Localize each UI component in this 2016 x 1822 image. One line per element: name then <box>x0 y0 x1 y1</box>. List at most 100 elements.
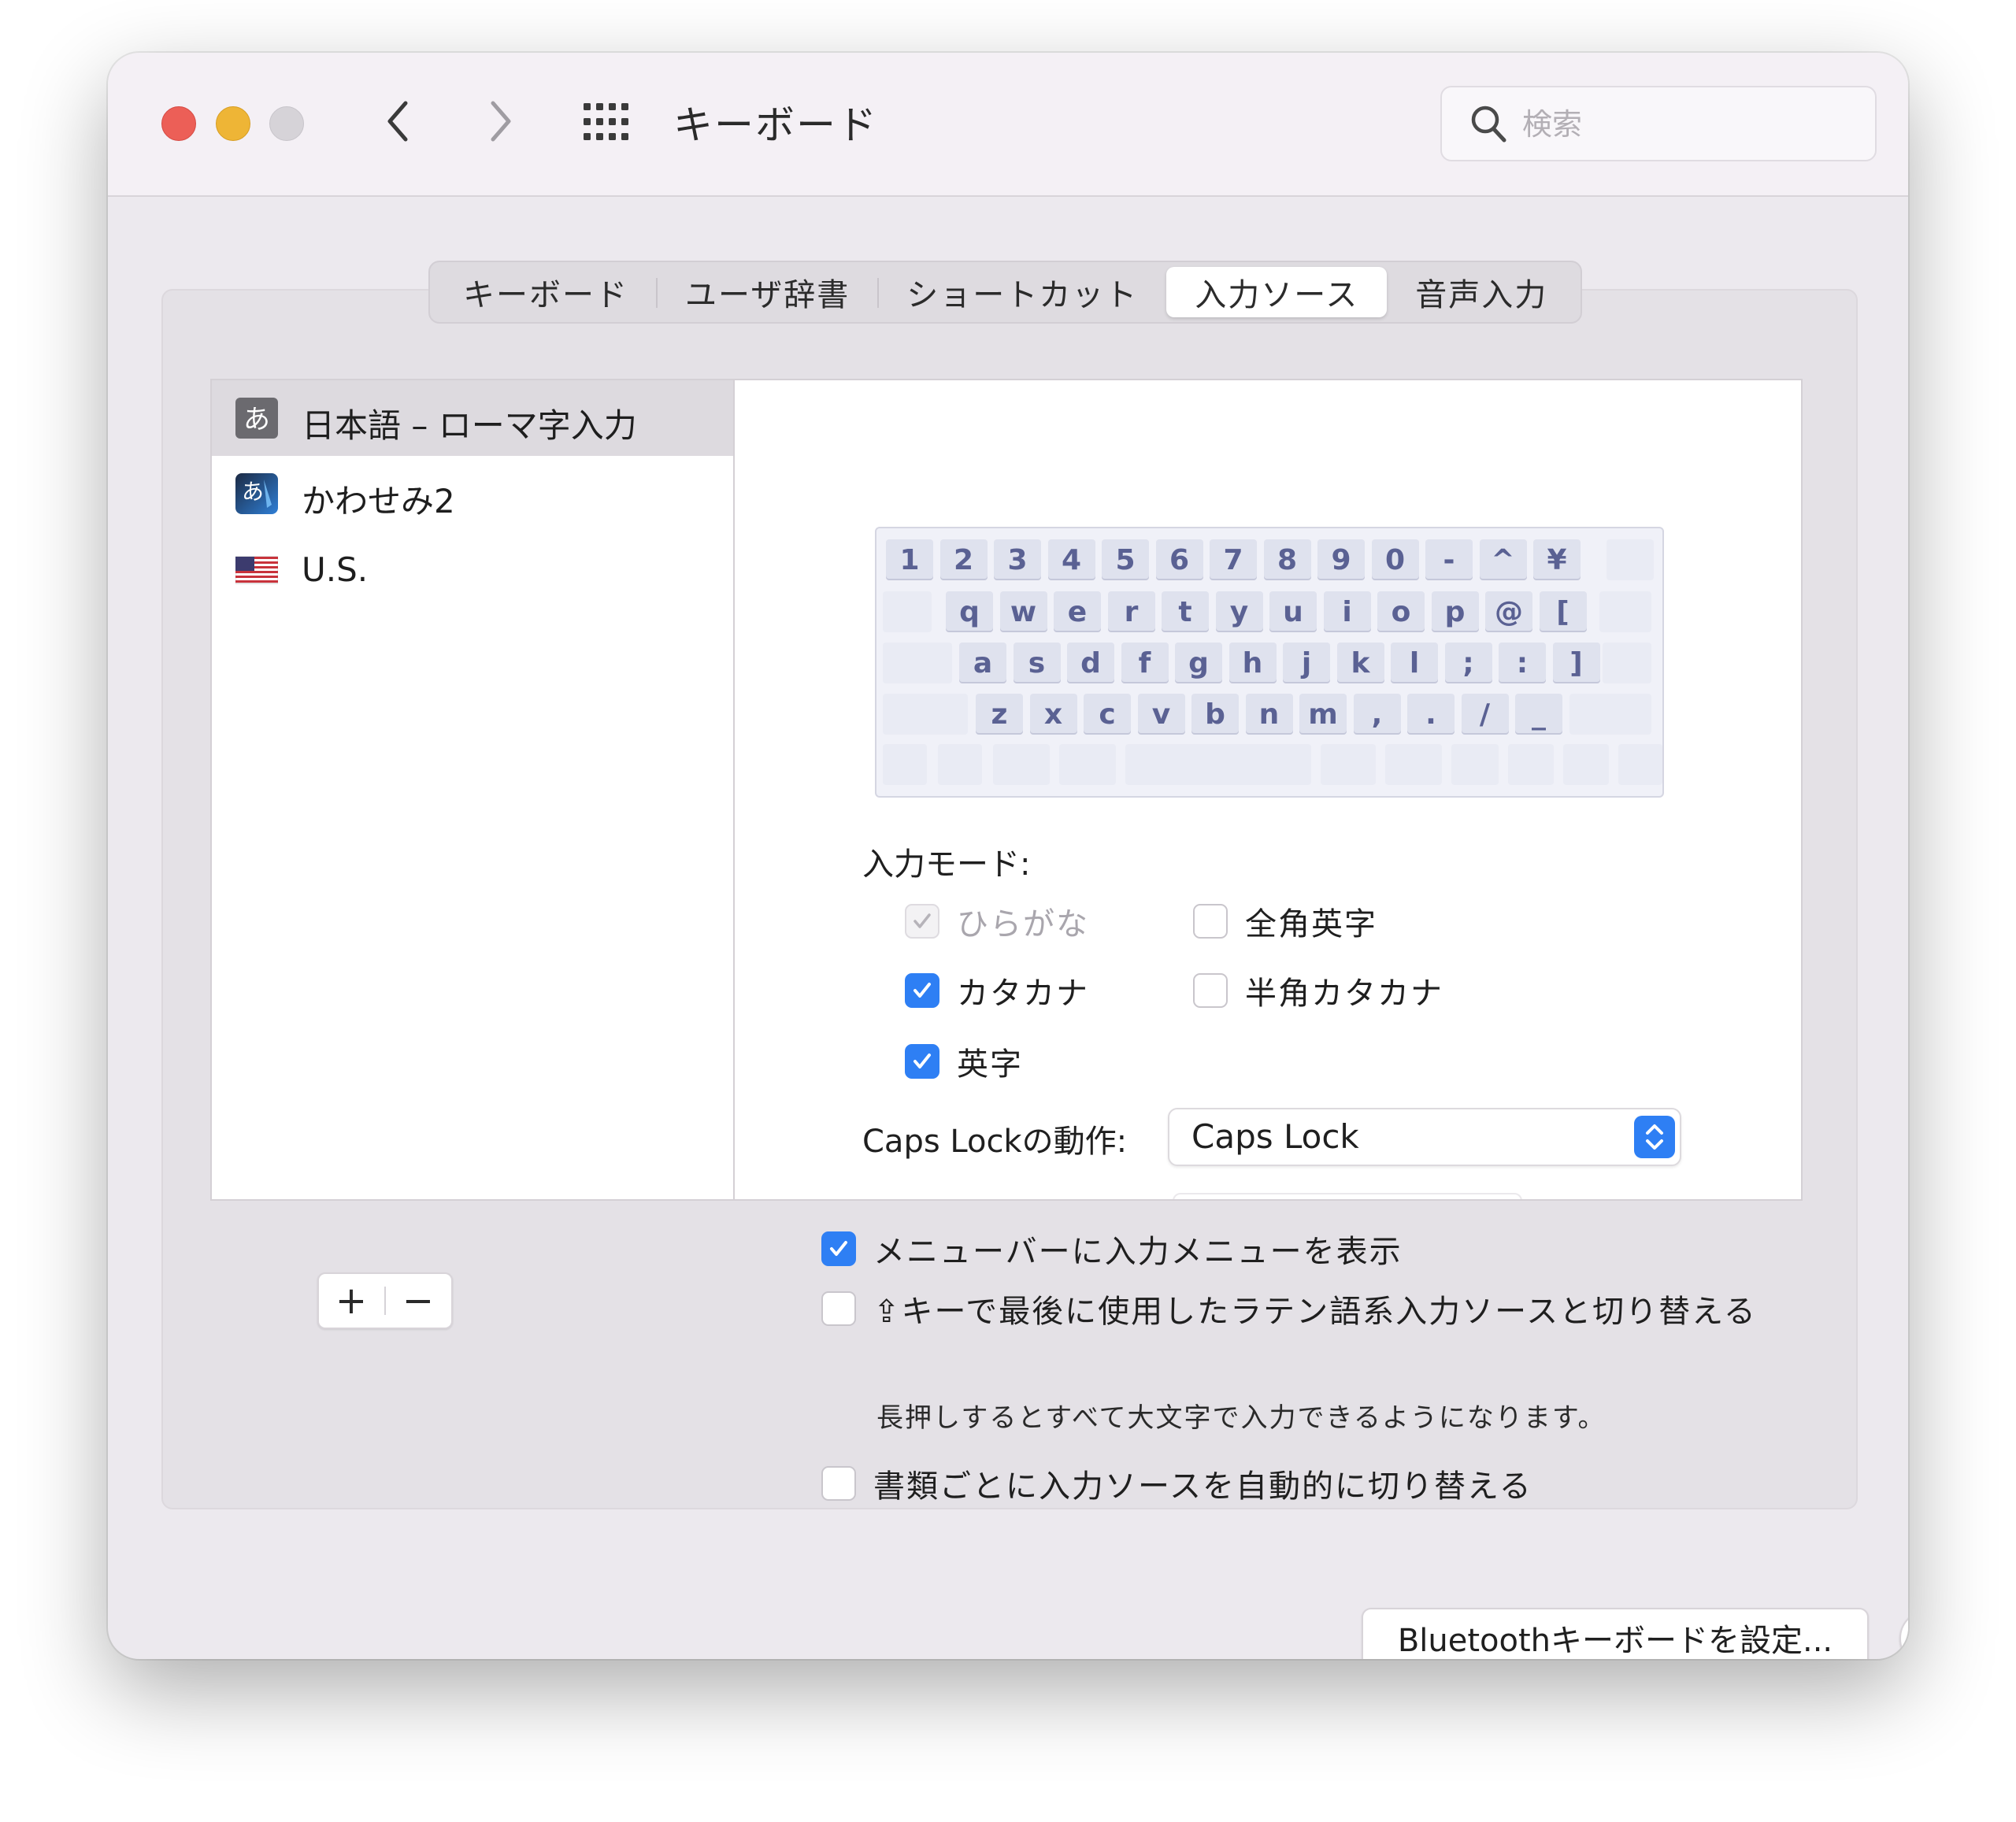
input-source-list[interactable]: あ 日本語 – ローマ字入力 あ かわせみ2 U.S. <box>210 379 733 1201</box>
keyboard-layout-preview: 1 2 3 4 5 6 7 8 9 0- ^ ¥ q w e r t y u i o p @[a s d f g h j k l;:] z x c… <box>875 527 1664 798</box>
mode-hiragana[interactable]: ひらがな <box>905 898 1089 944</box>
help-button[interactable]: ? <box>1899 1609 1908 1659</box>
keyboard-key: 0 <box>1371 539 1419 580</box>
show-input-menu-option[interactable]: メニューバーに入力メニューを表示 <box>821 1226 1403 1272</box>
keyboard-key: y <box>1215 591 1263 632</box>
setup-bluetooth-keyboard-button[interactable]: Bluetoothキーボードを設定... <box>1362 1608 1869 1659</box>
updown-arrows-icon <box>1634 1116 1675 1158</box>
keyboard-key: l <box>1391 643 1438 683</box>
tab-keyboard[interactable]: キーボード <box>435 267 658 317</box>
modifier-key <box>1059 744 1116 785</box>
add-remove-control: + − <box>317 1272 453 1329</box>
keyboard-key: / <box>1461 694 1509 735</box>
keyboard-key: r <box>1107 591 1155 632</box>
keyboard-key: f <box>1121 643 1169 683</box>
tab-shortcuts[interactable]: ショートカット <box>878 267 1166 317</box>
show-all-button[interactable] <box>582 102 632 143</box>
checkbox[interactable] <box>905 1044 939 1079</box>
mode-halfwidth-katakana[interactable]: 半角カタカナ <box>1193 968 1443 1013</box>
checkbox[interactable] <box>821 1291 856 1326</box>
modifier-key <box>883 643 952 683</box>
keyboard-key: n <box>1245 694 1293 735</box>
keyboard-key: @ <box>1485 591 1532 632</box>
mode-label: ひらがな <box>957 906 1089 942</box>
tab-input-sources[interactable]: 入力ソース <box>1166 267 1388 317</box>
keyboard-key: b <box>1191 694 1239 735</box>
keyboard-key: ¥ <box>1533 539 1581 580</box>
checkmark-icon <box>914 913 931 928</box>
keyboard-key: 6 <box>1155 539 1203 580</box>
keyboard-key: o <box>1377 591 1425 632</box>
modifier-key <box>1385 744 1442 785</box>
modifier-key <box>883 744 927 785</box>
keyboard-key: v <box>1137 694 1185 735</box>
modifier-key <box>1603 643 1651 683</box>
keyboard-key: t <box>1162 591 1209 632</box>
modifier-key <box>883 591 932 632</box>
list-item-label: U.S. <box>302 550 369 589</box>
chevron-right-icon <box>491 101 511 142</box>
checkbox[interactable] <box>1193 973 1228 1008</box>
modifier-key <box>1321 744 1376 785</box>
keyboard-key: 5 <box>1102 539 1149 580</box>
keyboard-key: 4 <box>1047 539 1095 580</box>
mode-katakana[interactable]: カタカナ <box>905 968 1089 1013</box>
keyboard-key: h <box>1228 643 1277 683</box>
keyboard-key: u <box>1269 591 1317 632</box>
close-button[interactable] <box>161 106 196 141</box>
tab-user-dictionary[interactable]: ユーザ辞書 <box>657 267 880 317</box>
search-icon <box>1471 106 1506 143</box>
back-button[interactable] <box>376 94 423 149</box>
add-source-button[interactable]: + <box>319 1274 384 1328</box>
caps-lock-select[interactable]: Caps Lock <box>1168 1108 1681 1166</box>
checkbox[interactable] <box>821 1466 856 1501</box>
zoom-button[interactable] <box>269 106 304 141</box>
keyboard-key: _ <box>1515 694 1562 735</box>
mode-fullwidth-roman[interactable]: 全角英字 <box>1193 898 1377 944</box>
search-input[interactable] <box>1521 102 1855 147</box>
modifier-key <box>1451 744 1499 785</box>
list-item[interactable]: あ かわせみ2 <box>212 456 733 531</box>
remove-source-button[interactable]: − <box>386 1274 450 1328</box>
checkmark-icon <box>914 983 931 998</box>
list-item[interactable]: U.S. <box>212 531 733 607</box>
mode-label: カタカナ <box>957 976 1089 1012</box>
tab-dictation[interactable]: 音声入力 <box>1387 267 1576 317</box>
checkbox[interactable] <box>1193 904 1228 939</box>
minimize-button[interactable] <box>216 106 250 141</box>
modifier-key <box>1569 694 1651 735</box>
modifier-key <box>993 744 1050 785</box>
forward-button[interactable] <box>476 94 523 149</box>
hidden-select-edge <box>1173 1193 1522 1199</box>
keyboard-key: 3 <box>994 539 1041 580</box>
modifier-key <box>1563 744 1609 785</box>
search-field[interactable] <box>1440 86 1877 161</box>
title-bar: キーボード <box>108 53 1908 197</box>
keyboard-key: : <box>1499 643 1546 683</box>
auto-switch-option[interactable]: 書類ごとに入力ソースを自動的に切り替える <box>821 1461 1532 1506</box>
keyboard-key: . <box>1407 694 1455 735</box>
tab-bar: キーボード ユーザ辞書 ショートカット 入力ソース 音声入力 <box>428 261 1583 324</box>
keyboard-key: ; <box>1444 643 1492 683</box>
checkmark-icon <box>830 1241 847 1256</box>
keyboard-key: a <box>959 643 1006 683</box>
chevron-left-icon <box>387 101 408 142</box>
keyboard-key: 2 <box>939 539 988 580</box>
modifier-key <box>1125 744 1311 785</box>
list-item-label: かわせみ2 <box>302 482 455 520</box>
keyboard-key: 1 <box>886 539 933 580</box>
mode-label: 半角カタカナ <box>1245 976 1443 1012</box>
keyboard-key: - <box>1425 539 1473 580</box>
hiragana-a-icon: あ <box>235 398 278 439</box>
checkbox[interactable] <box>905 973 939 1008</box>
window-title: キーボード <box>673 102 878 148</box>
keyboard-key: g <box>1175 643 1222 683</box>
list-item[interactable]: あ 日本語 – ローマ字入力 <box>212 380 733 456</box>
checkbox[interactable] <box>905 904 939 939</box>
shift-switch-option[interactable]: ⇪キーで最後に使用したラテン語系入力ソースと切り替える <box>821 1286 1757 1331</box>
svg-text:あ: あ <box>243 404 270 435</box>
mode-roman[interactable]: 英字 <box>905 1039 1023 1084</box>
checkbox[interactable] <box>821 1231 856 1266</box>
option-label: ⇪キーで最後に使用したラテン語系入力ソースと切り替える <box>873 1294 1757 1330</box>
keyboard-key: [ <box>1539 591 1587 632</box>
